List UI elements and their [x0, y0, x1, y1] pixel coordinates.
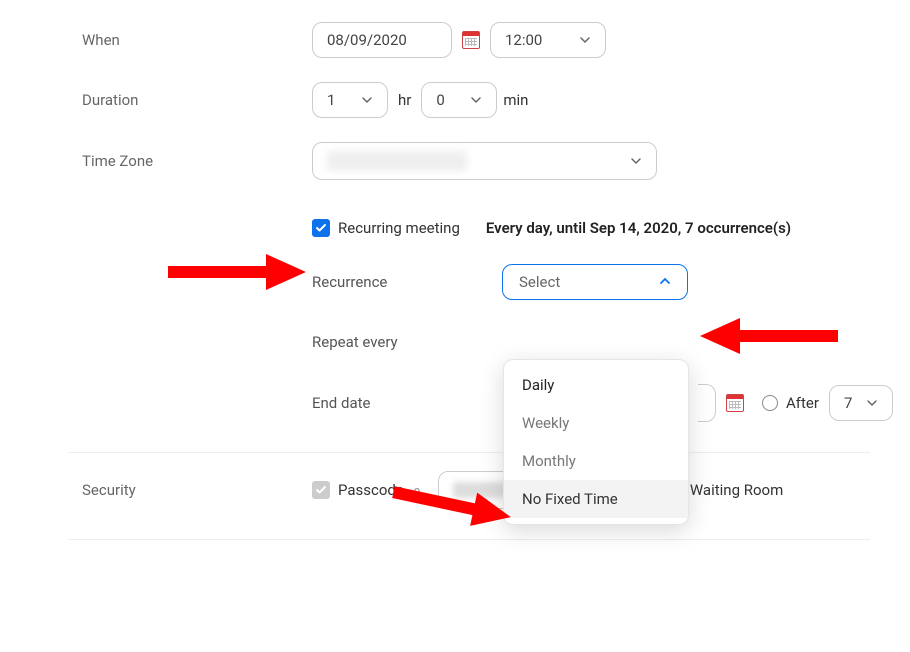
duration-mins-select[interactable]: 0	[421, 82, 497, 118]
timezone-label: Time Zone	[82, 152, 312, 170]
after-label: After	[786, 394, 819, 412]
security-label: Security	[82, 481, 312, 499]
hours-unit: hr	[398, 91, 411, 109]
time-value: 12:00	[505, 31, 542, 49]
calendar-icon[interactable]	[462, 31, 480, 49]
chevron-down-icon	[618, 155, 642, 167]
recurrence-select[interactable]: Select	[502, 264, 688, 300]
after-value: 7	[844, 394, 852, 412]
timezone-select[interactable]	[312, 142, 657, 180]
after-occurrences-select[interactable]: 7	[829, 385, 893, 421]
duration-hours-value: 1	[327, 91, 335, 109]
passcode-label: Passcode	[338, 481, 404, 499]
end-date-label: End date	[312, 394, 502, 412]
end-date-right-edge[interactable]	[698, 384, 716, 422]
divider	[68, 539, 870, 540]
chevron-down-icon	[854, 397, 878, 409]
chevron-down-icon	[567, 34, 591, 46]
after-radio[interactable]	[762, 395, 778, 411]
recurrence-placeholder: Select	[519, 273, 560, 291]
dropdown-item-monthly[interactable]: Monthly	[504, 442, 688, 480]
waiting-room-label: Waiting Room	[690, 481, 783, 499]
duration-hours-select[interactable]: 1	[312, 82, 388, 118]
chevron-up-icon	[659, 273, 671, 291]
dropdown-item-no-fixed-time[interactable]: No Fixed Time	[504, 480, 688, 518]
repeat-every-label: Repeat every	[312, 333, 502, 351]
date-value: 08/09/2020	[327, 31, 407, 49]
date-input[interactable]: 08/09/2020	[312, 22, 452, 58]
mins-unit: min	[503, 91, 528, 109]
chevron-down-icon	[458, 94, 482, 106]
dropdown-item-weekly[interactable]: Weekly	[504, 404, 688, 442]
chevron-down-icon	[349, 94, 373, 106]
duration-label: Duration	[82, 91, 312, 109]
calendar-icon[interactable]	[726, 394, 744, 412]
recurring-label: Recurring meeting	[338, 219, 460, 237]
recurring-checkbox[interactable]	[312, 219, 330, 237]
when-label: When	[82, 31, 312, 49]
time-select[interactable]: 12:00	[490, 22, 606, 58]
timezone-value-redacted	[327, 151, 467, 171]
divider	[68, 452, 870, 453]
recurrence-dropdown[interactable]: Daily Weekly Monthly No Fixed Time	[503, 359, 689, 525]
recurring-summary: Every day, until Sep 14, 2020, 7 occurre…	[486, 219, 791, 237]
recurrence-label: Recurrence	[312, 273, 502, 291]
passcode-checkbox	[312, 481, 330, 499]
duration-mins-value: 0	[436, 91, 444, 109]
lock-icon	[412, 485, 422, 495]
dropdown-item-daily[interactable]: Daily	[504, 366, 688, 404]
